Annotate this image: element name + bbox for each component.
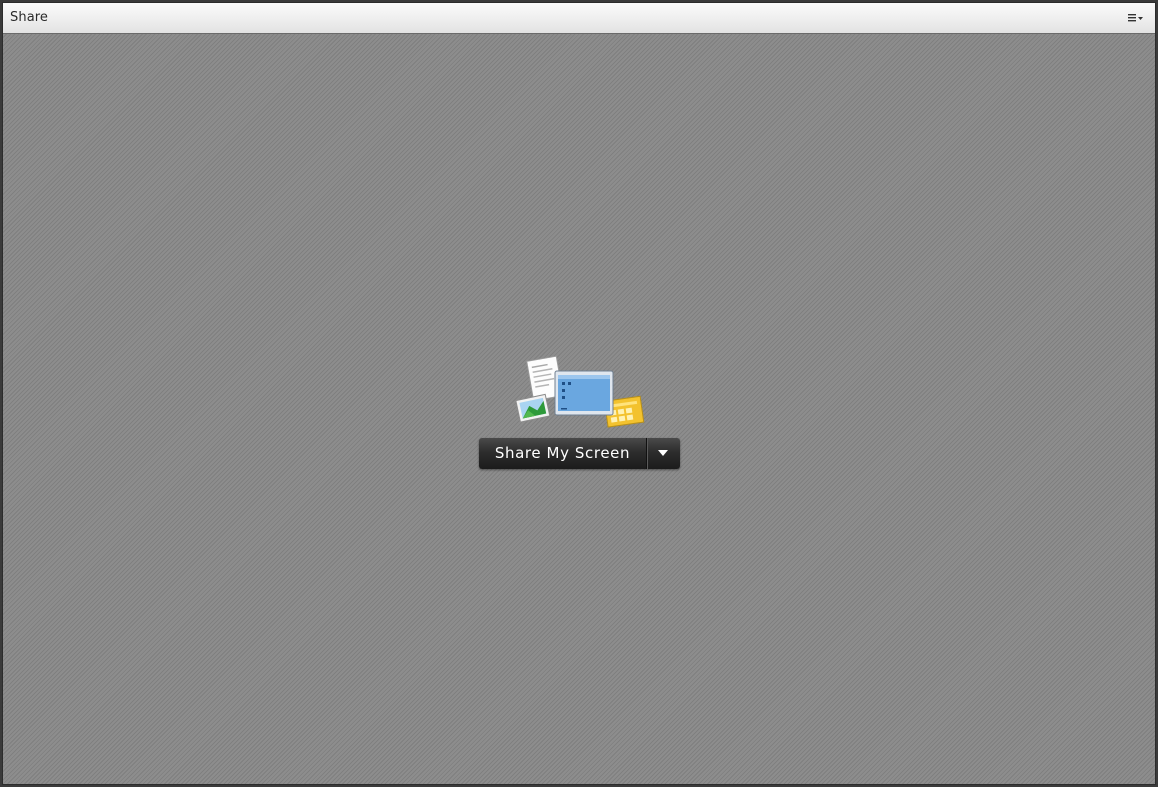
pod-title-bar: Share [3,3,1155,34]
share-my-screen-button-group: Share My Screen [479,438,680,469]
share-pod: Share Share My Screen [2,2,1156,785]
chevron-down-icon [658,450,668,456]
share-content-area: Share My Screen [3,34,1155,784]
pod-options-menu-icon[interactable] [1127,11,1145,25]
share-my-screen-button[interactable]: Share My Screen [479,438,647,469]
pod-title: Share [10,10,49,25]
share-options-dropdown-button[interactable] [647,438,680,469]
share-content-icon [512,353,648,431]
